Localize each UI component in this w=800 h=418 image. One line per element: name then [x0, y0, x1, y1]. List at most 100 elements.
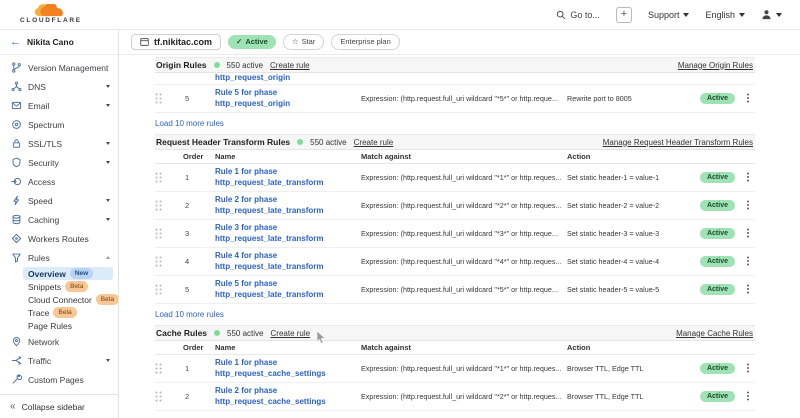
rule-match-expression: Expression: (http.request.full_uri wildc…	[361, 285, 561, 294]
rule-name-link[interactable]: Rule 5 for phasehttp_request_late_transf…	[215, 279, 355, 301]
sidebar-item-custom-pages[interactable]: Custom Pages	[0, 370, 118, 389]
cache-icon	[10, 214, 22, 226]
rule-name-link[interactable]: Rule 1 for phasehttp_request_late_transf…	[215, 167, 355, 189]
collapse-sidebar-button[interactable]: « Collapse sidebar	[0, 394, 118, 418]
active-dot-icon	[214, 330, 220, 336]
drag-handle-icon[interactable]	[155, 284, 177, 295]
rule-name-line2: http_request_origin	[215, 99, 355, 110]
rule-name-link[interactable]: Rule 5 for phasehttp_request_origin	[215, 88, 355, 110]
rule-action: Browser TTL, Edge TTL	[567, 392, 685, 401]
sidebar-item-label: Speed	[28, 196, 100, 206]
email-icon	[10, 100, 22, 112]
sidebar-item-traffic[interactable]: Traffic	[0, 351, 118, 370]
load-more-rules-link[interactable]: Load 10 more rules	[155, 304, 755, 325]
kebab-menu-icon[interactable]: ⋮	[741, 392, 755, 402]
sidebar-item-speed[interactable]: Speed	[0, 191, 118, 210]
create-rule-link[interactable]: Create rule	[271, 329, 311, 338]
rule-name-link[interactable]: Rule 3 for phasehttp_request_late_transf…	[215, 223, 355, 245]
dns-icon	[10, 81, 22, 93]
section-origin-rules: Origin Rules550 activeCreate ruleManage …	[155, 57, 755, 134]
kebab-menu-icon[interactable]: ⋮	[741, 229, 755, 239]
manage-rules-link[interactable]: Manage Cache Rules	[676, 329, 753, 338]
table-row: 1Rule 1 for phasehttp_request_late_trans…	[155, 164, 755, 192]
rule-name-link[interactable]: Rule 2 for phasehttp_request_cache_setti…	[215, 386, 355, 408]
sidebar-item-overview[interactable]: OverviewNew	[23, 267, 113, 280]
create-rule-link[interactable]: Create rule	[270, 61, 310, 70]
back-arrow-icon[interactable]: ←	[10, 37, 21, 48]
star-button[interactable]: ☆ Star	[283, 34, 325, 50]
rule-name-line2: http_request_late_transform	[215, 178, 355, 189]
sidebar-item-access[interactable]: Access	[0, 172, 118, 191]
sidebar-item-label: Rules	[28, 253, 100, 263]
rule-name-line1: Rule 2 for phase	[215, 386, 355, 397]
manage-rules-link[interactable]: Manage Request Header Transform Rules	[603, 138, 753, 147]
sidebar-item-caching[interactable]: Caching	[0, 210, 118, 229]
rule-name-link[interactable]: Rule 1 for phasehttp_request_cache_setti…	[215, 358, 355, 380]
sidebar-item-workers-routes[interactable]: Workers Routes	[0, 229, 118, 248]
add-site-button[interactable]: +	[616, 7, 632, 23]
chevron-down-icon	[683, 13, 689, 17]
language-label: English	[705, 10, 735, 20]
table-header: OrderNameMatch againstAction	[155, 150, 755, 164]
status-badge: Active	[700, 256, 735, 267]
sidebar-item-cloud-connector[interactable]: Cloud ConnectorBeta	[23, 293, 113, 306]
status-badge: Active	[700, 284, 735, 295]
sidebar-item-dns[interactable]: DNS	[0, 77, 118, 96]
chevron-down-icon	[106, 85, 110, 88]
kebab-menu-icon[interactable]: ⋮	[741, 94, 755, 104]
rule-name-line1: Rule 1 for phase	[215, 358, 355, 369]
kebab-menu-icon[interactable]: ⋮	[741, 257, 755, 267]
kebab-menu-icon[interactable]: ⋮	[741, 285, 755, 295]
zone-status-badge: ✓ Active	[228, 35, 276, 49]
support-menu[interactable]: Support	[648, 10, 690, 20]
kebab-menu-icon[interactable]: ⋮	[741, 364, 755, 374]
filter-icon	[10, 252, 22, 264]
rule-name-link[interactable]: Rule 4 for phasehttp_request_late_transf…	[215, 251, 355, 273]
drag-handle-icon[interactable]	[155, 256, 177, 267]
drag-handle-icon[interactable]	[155, 228, 177, 239]
zone-selector[interactable]: tf.nikitac.com	[131, 34, 221, 50]
sidebar-item-version-management[interactable]: Version Management	[0, 58, 118, 77]
global-header: CLOUDFLARE Go to... + Support English	[0, 0, 800, 30]
rule-name-link[interactable]: http_request_origin	[215, 73, 355, 84]
section-title: Cache Rules	[156, 328, 207, 338]
chevron-down-icon	[106, 104, 110, 107]
load-more-rules-link[interactable]: Load 10 more rules	[155, 113, 755, 134]
sidebar-item-network[interactable]: Network	[0, 332, 118, 351]
kebab-menu-icon[interactable]: ⋮	[741, 201, 755, 211]
rule-name-line1: Rule 2 for phase	[215, 195, 355, 206]
search-icon	[556, 10, 566, 20]
sidebar-item-rules[interactable]: Rules	[0, 248, 118, 267]
sidebar-item-ssl-tls[interactable]: SSL/TLS	[0, 134, 118, 153]
goto-search[interactable]: Go to...	[556, 10, 600, 20]
drag-handle-icon[interactable]	[155, 363, 177, 374]
drag-handle-icon[interactable]	[155, 200, 177, 211]
account-menu[interactable]	[761, 9, 782, 20]
drag-handle-icon[interactable]	[155, 172, 177, 183]
create-rule-link[interactable]: Create rule	[354, 138, 394, 147]
manage-rules-link[interactable]: Manage Origin Rules	[678, 61, 753, 70]
rule-name-line2: http_request_late_transform	[215, 206, 355, 217]
sidebar-item-snippets[interactable]: SnippetsBeta	[23, 280, 113, 293]
sidebar-item-trace[interactable]: TraceBeta	[23, 306, 113, 319]
drag-handle-icon[interactable]	[155, 93, 177, 104]
kebab-menu-icon[interactable]: ⋮	[741, 173, 755, 183]
rule-order: 5	[183, 94, 209, 103]
support-label: Support	[648, 10, 680, 20]
rule-name-link[interactable]: Rule 2 for phasehttp_request_late_transf…	[215, 195, 355, 217]
beta-badge: Beta	[96, 294, 118, 305]
sidebar-item-label: Cloud Connector	[28, 295, 92, 305]
table-row: 1Rule 1 for phasehttp_request_cache_sett…	[155, 355, 755, 383]
column-header-name: Name	[215, 343, 355, 352]
language-menu[interactable]: English	[705, 10, 745, 20]
sidebar-item-page-rules[interactable]: Page Rules	[23, 319, 113, 332]
sidebar-item-spectrum[interactable]: Spectrum	[0, 115, 118, 134]
cloudflare-logo[interactable]: CLOUDFLARE	[20, 4, 82, 25]
drag-handle-icon[interactable]	[155, 391, 177, 402]
sidebar-item-email[interactable]: Email	[0, 96, 118, 115]
beta-badge: Beta	[65, 281, 88, 292]
sidebar-item-security[interactable]: Security	[0, 153, 118, 172]
access-icon	[10, 176, 22, 188]
sidebar-item-label: Page Rules	[28, 321, 72, 331]
active-count: 550 active	[310, 138, 346, 147]
